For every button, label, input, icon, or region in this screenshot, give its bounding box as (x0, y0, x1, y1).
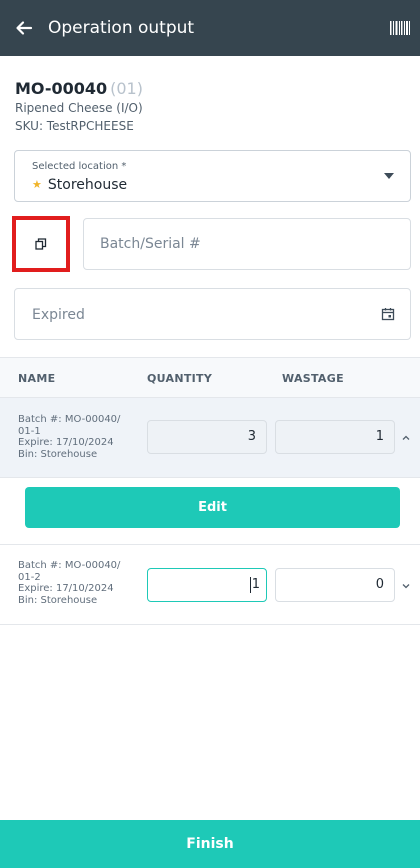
quantity-input[interactable]: 3 (147, 420, 267, 454)
batch-info: Batch #: MO-00040/ 01-2 Expire: 17/10/20… (18, 560, 136, 606)
finish-button[interactable]: Finish (0, 820, 420, 868)
quantity-value: 1 (251, 577, 260, 592)
row-actions: Edit (0, 478, 420, 545)
page-title: Operation output (48, 18, 195, 38)
star-icon: ★ (32, 178, 42, 191)
chevron-down-icon[interactable] (401, 581, 411, 591)
expire-date: Expire: 17/10/2024 (18, 583, 114, 594)
table-row[interactable]: Batch #: MO-00040/ 01-2 Expire: 17/10/20… (0, 546, 420, 625)
bin-location: Bin: Storehouse (18, 594, 98, 606)
expired-label: Expired (32, 307, 85, 323)
sku-text: SKU: TestRPCHEESE (15, 119, 134, 133)
location-value: Storehouse (47, 177, 128, 193)
bin-location: Bin: Storehouse (18, 448, 98, 460)
batch-number-line1: Batch #: MO-00040/ (18, 414, 121, 425)
expired-date-field[interactable]: Expired (14, 288, 411, 340)
chevron-down-icon (384, 173, 394, 179)
app-bar: Operation output (0, 0, 420, 56)
column-header-quantity: QUANTITY (147, 372, 213, 385)
batch-serial-input[interactable] (83, 218, 411, 270)
table-header: NAME QUANTITY WASTAGE (0, 358, 420, 398)
location-label: Selected location * (32, 161, 127, 172)
expire-date: Expire: 17/10/2024 (18, 437, 114, 448)
calendar-icon (381, 308, 395, 321)
batch-number-line2: 01-2 (18, 571, 41, 583)
back-button[interactable] (10, 14, 38, 42)
copy-batch-button[interactable] (12, 216, 70, 272)
edit-button[interactable]: Edit (25, 487, 400, 528)
wastage-input[interactable]: 1 (275, 420, 395, 454)
arrow-left-icon (16, 21, 33, 35)
column-header-wastage: WASTAGE (282, 372, 344, 385)
barcode-icon (390, 21, 410, 35)
batch-number-line2: 01-1 (18, 425, 41, 437)
text-cursor (249, 576, 251, 593)
quantity-input[interactable]: 1 (147, 568, 267, 602)
table-row[interactable]: Batch #: MO-00040/ 01-1 Expire: 17/10/20… (0, 398, 420, 478)
mo-suffix: (01) (110, 79, 143, 98)
batch-info: Batch #: MO-00040/ 01-1 Expire: 17/10/20… (18, 414, 136, 460)
copy-icon (35, 238, 47, 250)
location-select[interactable]: Selected location * ★ Storehouse (14, 150, 411, 202)
wastage-input[interactable]: 0 (275, 568, 395, 602)
barcode-scan-button[interactable] (388, 16, 412, 40)
mo-code: MO-00040 (15, 79, 108, 98)
batch-number-line1: Batch #: MO-00040/ (18, 560, 121, 571)
column-header-name: NAME (18, 372, 56, 385)
product-name: Ripened Cheese (I/O) (15, 101, 143, 115)
manufacturing-order-heading: MO-00040 (01) (15, 79, 143, 99)
chevron-up-icon[interactable] (401, 433, 411, 443)
